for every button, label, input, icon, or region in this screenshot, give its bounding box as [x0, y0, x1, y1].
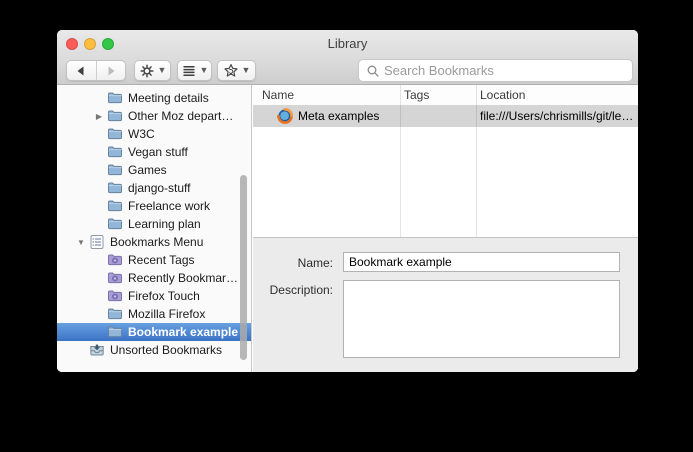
bookmarks-list: Name Tags Location Meta examples file:///…	[253, 85, 638, 237]
sidebar-item-freelance-work[interactable]: Freelance work	[57, 197, 251, 215]
back-button[interactable]	[67, 61, 96, 80]
library-window: Library ▼ ▼ ▼ Search Bookmarks Meeting d…	[57, 30, 638, 372]
sidebar-item-w3c[interactable]: W3C	[57, 125, 251, 143]
sidebar-item-label: Unsorted Bookmarks	[110, 343, 223, 357]
search-input[interactable]	[384, 63, 625, 78]
search-field[interactable]	[358, 59, 633, 82]
disclosure-triangle-icon[interactable]: ▶	[91, 112, 107, 121]
back-arrow-icon	[73, 63, 89, 79]
description-field[interactable]	[343, 280, 620, 358]
name-field-label: Name:	[297, 256, 333, 270]
disclosure-triangle-icon[interactable]: ▼	[73, 238, 89, 247]
import-backup-button[interactable]: ▼	[217, 60, 256, 81]
sidebar-item-django-stuff[interactable]: django-stuff	[57, 179, 251, 197]
views-button[interactable]: ▼	[177, 60, 212, 81]
sidebar-scrollbar-thumb[interactable]	[240, 175, 247, 360]
folder-icon	[107, 180, 128, 196]
row-location: file:///Users/chrismills/git/le…	[480, 109, 634, 123]
sidebar-item-learning-plan[interactable]: Learning plan	[57, 215, 251, 233]
forward-arrow-icon	[103, 63, 119, 79]
folder-icon	[107, 108, 128, 124]
smart-folder-icon	[107, 252, 128, 268]
forward-button[interactable]	[95, 61, 126, 80]
column-separator	[476, 85, 477, 237]
sidebar-item-label: W3C	[128, 127, 155, 141]
description-field-label: Description:	[269, 283, 333, 297]
sidebar-item-recently-bookmar[interactable]: Recently Bookmar…	[57, 269, 251, 287]
column-header-tags[interactable]: Tags	[404, 85, 429, 106]
sidebar-item-bookmark-example[interactable]: Bookmark example	[57, 323, 251, 341]
sidebar-item-label: Learning plan	[128, 217, 201, 231]
sidebar-item-recent-tags[interactable]: Recent Tags	[57, 251, 251, 269]
folder-icon	[107, 144, 128, 160]
sidebar-item-other-moz-depart[interactable]: ▶ Other Moz depart…	[57, 107, 251, 125]
desktop-background: Library ▼ ▼ ▼ Search Bookmarks Meeting d…	[0, 0, 693, 452]
gear-icon	[139, 63, 155, 79]
firefox-icon	[277, 108, 293, 124]
sidebar-item-label: Firefox Touch	[128, 289, 200, 303]
sidebar-item-mozilla-firefox[interactable]: Mozilla Firefox	[57, 305, 251, 323]
sidebar-item-bookmarks-menu[interactable]: ▼ Bookmarks Menu	[57, 233, 251, 251]
sidebar-item-label: Bookmarks Menu	[110, 235, 204, 249]
column-separator	[400, 85, 401, 237]
history-nav-segmented	[66, 60, 126, 81]
list-row-meta-examples[interactable]: Meta examples file:///Users/chrismills/gi…	[253, 106, 638, 127]
organize-button[interactable]: ▼	[134, 60, 171, 81]
sidebar-item-label: Freelance work	[128, 199, 211, 213]
smart-folder-icon	[107, 288, 128, 304]
sidebar: Meeting details ▶ Other Moz depart… W3C Vega…	[57, 85, 252, 372]
column-header-name[interactable]: Name	[262, 85, 294, 106]
sidebar-item-label: Recently Bookmar…	[128, 271, 239, 285]
row-name: Meta examples	[298, 109, 380, 123]
name-field[interactable]	[343, 252, 620, 272]
main-pane: Name Tags Location Meta examples file:///…	[253, 85, 638, 372]
sidebar-item-label: Other Moz depart…	[128, 109, 234, 123]
sidebar-item-meeting-details[interactable]: Meeting details	[57, 89, 251, 107]
smart-folder-icon	[107, 270, 128, 286]
folder-icon	[107, 90, 128, 106]
folder-icon	[107, 162, 128, 178]
folder-icon	[107, 126, 128, 142]
folder-icon	[107, 306, 128, 322]
sidebar-item-label: django-stuff	[128, 181, 191, 195]
sidebar-item-label: Recent Tags	[128, 253, 195, 267]
inbox-icon	[89, 342, 110, 358]
folder-icon	[107, 324, 128, 340]
list-lines-icon	[181, 63, 197, 79]
list-header: Name Tags Location	[253, 85, 638, 106]
chevron-down-icon: ▼	[157, 65, 167, 75]
chevron-down-icon: ▼	[199, 65, 209, 75]
sidebar-item-label: Bookmark example	[128, 325, 239, 339]
sidebar-tree: Meeting details ▶ Other Moz depart… W3C Vega…	[57, 89, 251, 359]
window-title: Library	[327, 36, 368, 51]
sidebar-item-vegan-stuff[interactable]: Vegan stuff	[57, 143, 251, 161]
folder-icon	[107, 198, 128, 214]
star-refresh-icon	[223, 63, 239, 79]
menu-list-icon	[89, 234, 110, 250]
sidebar-item-unsorted-bookmarks[interactable]: Unsorted Bookmarks	[57, 341, 251, 359]
sidebar-item-label: Meeting details	[128, 91, 209, 105]
sidebar-item-label: Games	[128, 163, 167, 177]
folder-icon	[107, 216, 128, 232]
details-pane: Name: Description:	[253, 237, 638, 372]
titlebar[interactable]: Library	[57, 30, 638, 56]
magnifier-icon	[366, 64, 380, 78]
sidebar-item-label: Mozilla Firefox	[128, 307, 206, 321]
chevron-down-icon: ▼	[241, 65, 251, 75]
column-header-location[interactable]: Location	[480, 85, 525, 106]
sidebar-item-firefox-touch[interactable]: Firefox Touch	[57, 287, 251, 305]
content-area: Meeting details ▶ Other Moz depart… W3C Vega…	[57, 85, 638, 372]
sidebar-item-games[interactable]: Games	[57, 161, 251, 179]
sidebar-item-label: Vegan stuff	[128, 145, 188, 159]
window-chrome: Library ▼ ▼ ▼ Search Bookmarks	[57, 30, 638, 85]
